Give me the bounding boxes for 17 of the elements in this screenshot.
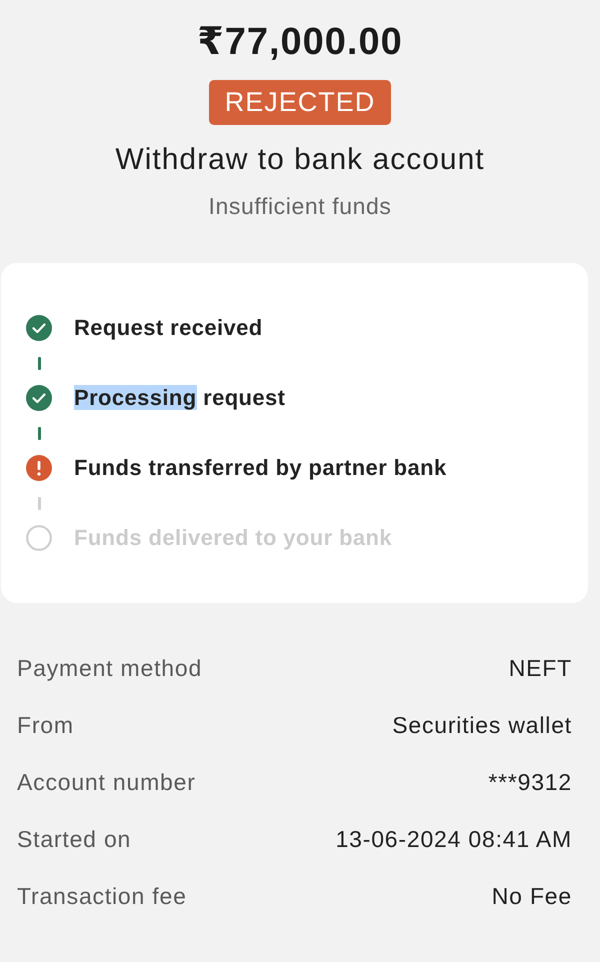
detail-value: 13-06-2024 08:41 AM xyxy=(336,826,572,853)
step-label: Request received xyxy=(74,315,263,341)
detail-value: No Fee xyxy=(492,883,572,910)
failure-reason: Insufficient funds xyxy=(208,192,392,221)
detail-value: ***9312 xyxy=(488,769,572,796)
status-badge: REJECTED xyxy=(208,80,392,125)
step-label: Funds transferred by partner bank xyxy=(74,455,447,481)
detail-label: Started on xyxy=(17,826,132,853)
detail-label: From xyxy=(17,712,74,739)
amount-text: ₹77,000.00 xyxy=(197,20,403,65)
transaction-title: Withdraw to bank account xyxy=(115,142,485,178)
step-label: Processing request xyxy=(74,385,286,411)
detail-label: Payment method xyxy=(17,655,202,682)
detail-label: Transaction fee xyxy=(17,883,187,910)
detail-label: Account number xyxy=(17,769,196,796)
detail-value: Securities wallet xyxy=(392,712,572,739)
detail-value: NEFT xyxy=(508,655,572,682)
